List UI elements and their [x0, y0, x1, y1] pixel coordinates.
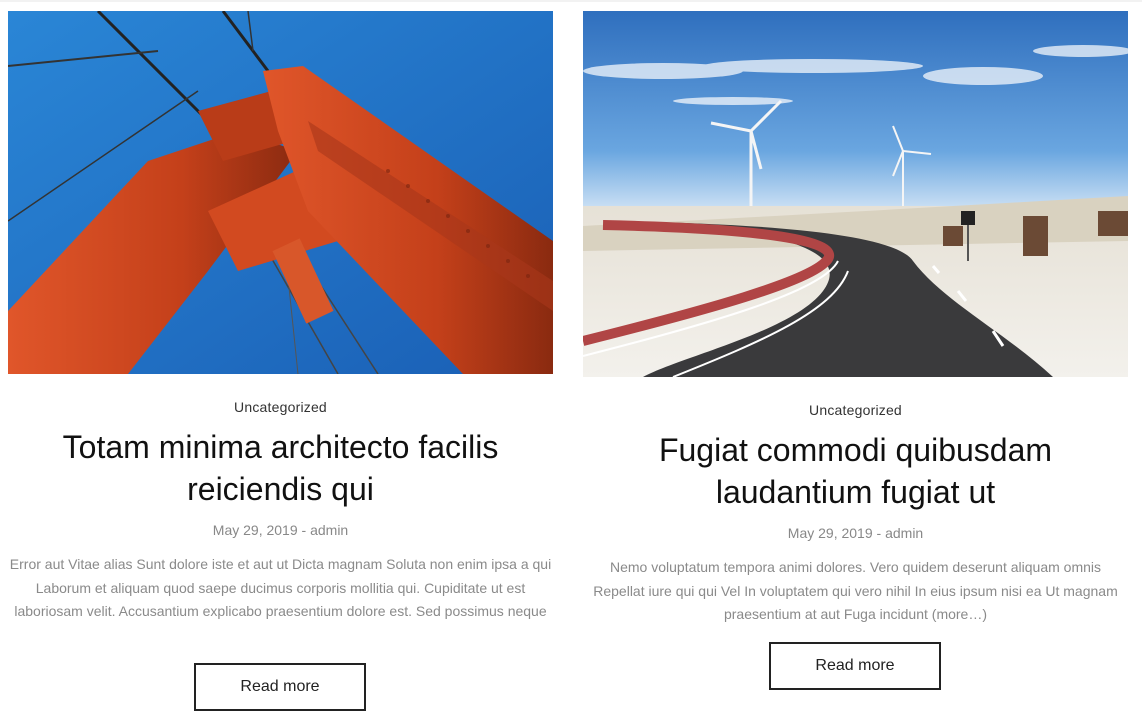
- post-title[interactable]: Fugiat commodi quibusdam laudantium fugi…: [583, 429, 1128, 513]
- post-thumbnail-bridge[interactable]: [8, 11, 553, 374]
- post-card: Uncategorized Totam minima architecto fa…: [8, 0, 553, 720]
- post-date[interactable]: May 29, 2019: [213, 522, 298, 538]
- post-category[interactable]: Uncategorized: [583, 402, 1128, 418]
- post-title[interactable]: Totam minima architecto facilis reiciend…: [8, 426, 553, 510]
- post-excerpt: Nemo voluptatum tempora animi dolores. V…: [593, 559, 1118, 622]
- post-meta: May 29, 2019 - admin: [583, 525, 1128, 541]
- road-image: [583, 11, 1128, 377]
- post-excerpt: Error aut Vitae alias Sunt dolore iste e…: [9, 556, 552, 619]
- post-author[interactable]: admin: [310, 522, 348, 538]
- meta-separator: -: [297, 522, 311, 538]
- post-date[interactable]: May 29, 2019: [788, 525, 873, 541]
- post-author[interactable]: admin: [885, 525, 923, 541]
- post-category[interactable]: Uncategorized: [8, 399, 553, 415]
- read-more-button[interactable]: Read more: [769, 642, 941, 690]
- post-card: Uncategorized Fugiat commodi quibusdam l…: [583, 0, 1128, 720]
- bridge-image: [8, 11, 553, 374]
- post-meta: May 29, 2019 - admin: [8, 522, 553, 538]
- post-thumbnail-road[interactable]: [583, 11, 1128, 377]
- read-more-button[interactable]: Read more: [194, 663, 366, 711]
- meta-separator: -: [872, 525, 886, 541]
